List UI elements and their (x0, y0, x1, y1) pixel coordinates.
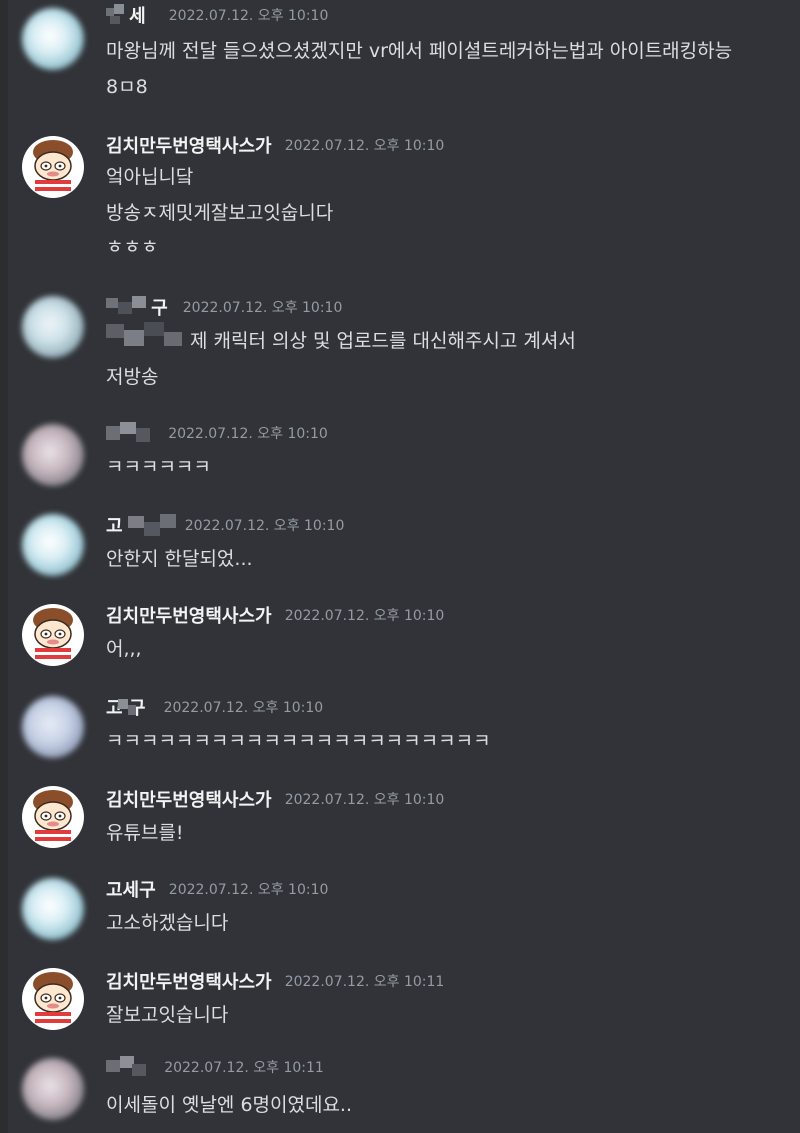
timestamp: 2022.07.12. 오후 10:10 (182, 300, 343, 316)
kimchi-avatar-art (33, 608, 73, 659)
username[interactable]: 김치만두번영택사스가 (106, 602, 272, 628)
message-text: 마왕님께 전달 들으셨으셨겠지만 vr에서 페이셜트레커하는법과 아이트래킹하능 (106, 40, 733, 62)
kimchi-avatar-art (33, 972, 73, 1023)
timestamp: 2022.07.12. 오후 10:10 (184, 518, 345, 534)
kimchi-avatar-icon[interactable] (22, 604, 84, 666)
chat-message-list: 세 2022.07.12. 오후 10:10 마왕님께 전달 들으셨으셨겠지만 … (0, 0, 800, 1133)
username-censor (106, 1056, 146, 1078)
timestamp: 2022.07.12. 오후 10:10 (168, 426, 328, 442)
message-text: ㅋㅋㅋㅋㅋㅋㅋㅋㅋㅋㅋㅋㅋㅋㅋㅋㅋㅋㅋㅋㅋㅋ (106, 730, 491, 752)
timestamp: 2022.07.12. 오후 10:10 (168, 8, 329, 24)
message-text: ㅎㅎㅎ (106, 236, 159, 258)
timestamp: 2022.07.12. 오후 10:10 (284, 138, 445, 154)
kimchi-avatar-icon[interactable] (22, 786, 84, 848)
kimchi-avatar-art (33, 140, 73, 191)
timestamp: 2022.07.12. 오후 10:10 (163, 700, 324, 716)
message-text: 안한지 한달되었... (106, 548, 253, 570)
blurred-avatar-icon[interactable] (22, 1058, 84, 1120)
username-censor (106, 4, 124, 26)
username-censor (106, 422, 150, 444)
message-text: 고소하겠습니다 (106, 912, 229, 934)
username[interactable]: 고세구 (106, 876, 156, 902)
timestamp: 2022.07.12. 오후 10:10 (284, 792, 445, 808)
message-text: 저방송 (106, 366, 159, 388)
blurred-avatar-icon[interactable] (22, 424, 84, 486)
blurred-avatar-icon[interactable] (22, 878, 84, 940)
kimchi-avatar-art (33, 790, 73, 841)
message-text: 엌아닙니닼 (106, 166, 194, 188)
timestamp: 2022.07.12. 오후 10:11 (284, 974, 445, 990)
message-text: 어,,, (106, 638, 142, 660)
username[interactable]: 구 (151, 294, 168, 320)
username[interactable]: 김치만두번영택사스가 (106, 786, 272, 812)
username[interactable]: 김치만두번영택사스가 (106, 132, 272, 158)
blurred-avatar-icon[interactable] (22, 696, 84, 758)
username[interactable]: 세 (129, 2, 146, 28)
text-censor (106, 322, 182, 350)
blurred-avatar-icon[interactable] (22, 8, 84, 70)
blurred-avatar-icon[interactable] (22, 514, 84, 576)
message-text: 잘보고잇습니다 (106, 1004, 229, 1026)
message-text: 8ㅁ8 (106, 76, 148, 98)
message-text: 이세돌이 옛날엔 6명이였데요.. (106, 1094, 353, 1116)
username[interactable]: 김치만두번영택사스가 (106, 968, 272, 994)
username-censor (106, 296, 146, 318)
username-censor (127, 514, 176, 536)
username[interactable]: 고 (106, 512, 123, 538)
blurred-avatar-icon[interactable] (22, 296, 84, 358)
kimchi-avatar-icon[interactable] (22, 136, 84, 198)
timestamp: 2022.07.12. 오후 10:11 (164, 1060, 324, 1076)
message-text: ㅋㅋㅋㅋㅋㅋ (106, 456, 211, 478)
kimchi-avatar-icon[interactable] (22, 968, 84, 1030)
message-text: 제 캐릭터 의상 및 업로드를 대신해주시고 계셔서 (190, 330, 576, 352)
message-text: 유튜브를! (106, 822, 184, 844)
message-text: 방송ㅈ제밋게잘보고잇숩니다 (106, 202, 334, 224)
timestamp: 2022.07.12. 오후 10:10 (168, 882, 329, 898)
timestamp: 2022.07.12. 오후 10:10 (284, 608, 445, 624)
